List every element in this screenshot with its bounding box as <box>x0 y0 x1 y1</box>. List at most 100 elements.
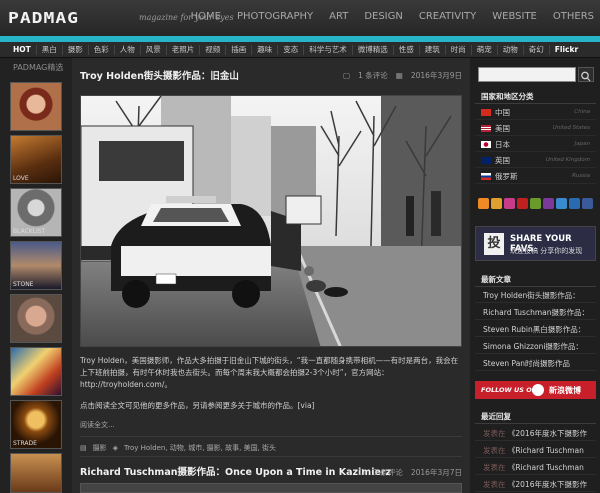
search-button[interactable] <box>578 67 594 82</box>
latest-article-link[interactable]: Simona Ghizzoni摄影作品： <box>475 339 596 354</box>
category-item[interactable]: 萌宠 <box>472 44 498 55</box>
region-item-usa[interactable]: 美国 United States <box>475 121 596 136</box>
weibo-follow-banner[interactable]: FOLLOW US ON 新浪微博 <box>475 381 596 399</box>
latest-article-link[interactable]: Troy Holden街头摄影作品： <box>475 288 596 303</box>
search-icon <box>581 71 591 82</box>
latest-article-link[interactable]: Richard Tuschman摄影作品： <box>475 305 596 320</box>
thumb-caption: LOVE <box>13 175 29 182</box>
divider <box>80 456 462 457</box>
category-flickr[interactable]: Flickr <box>550 45 583 55</box>
reply-post: 《2016年度水下摄影作 <box>507 429 587 438</box>
china-flag-icon <box>481 108 491 116</box>
recent-reply[interactable]: 发表在 《2016年度水下摄影作 <box>475 426 596 441</box>
featured-thumb[interactable] <box>10 453 62 493</box>
nav-design[interactable]: DESIGN <box>364 11 403 22</box>
featured-thumb[interactable] <box>10 347 62 396</box>
post-date: 2016年3月9日 <box>410 71 462 80</box>
search-input[interactable] <box>478 67 576 82</box>
category-item[interactable]: 科学与艺术 <box>304 44 353 55</box>
latest-article-link[interactable]: Steven Pan时尚摄影作品 <box>475 356 596 371</box>
rss-icon[interactable] <box>478 198 489 209</box>
nav-art[interactable]: ART <box>329 11 348 22</box>
region-name: 英国 <box>495 155 510 165</box>
read-more-link[interactable]: 阅读全文... <box>80 420 115 430</box>
reply-author: 发表在 <box>483 429 506 438</box>
category-item[interactable]: 变态 <box>278 44 305 55</box>
region-name-en: Russia <box>572 173 590 179</box>
share-icon[interactable] <box>569 198 580 209</box>
reply-post: 《Richard Tuschman <box>507 446 584 455</box>
nav-creativity[interactable]: CREATIVITY <box>419 11 476 22</box>
reply-author: 发表在 <box>483 480 506 489</box>
reply-post: 《2016年度水下摄影作 <box>507 480 587 489</box>
category-item[interactable]: 时尚 <box>446 44 472 55</box>
post-title[interactable]: Troy Holden街头摄影作品：旧金山 <box>80 68 239 82</box>
region-name: 美国 <box>495 123 510 133</box>
reply-author: 发表在 <box>483 446 506 455</box>
category-item[interactable]: 微博精选 <box>353 44 394 55</box>
category-item[interactable]: 性感 <box>394 44 420 55</box>
category-item[interactable]: 黑白 <box>37 44 63 55</box>
yahoo-icon[interactable] <box>543 198 554 209</box>
post-title[interactable]: Richard Tuschman摄影作品：Once Upon a Time in… <box>80 464 391 478</box>
qq-icon[interactable] <box>530 198 541 209</box>
featured-thumb[interactable]: BLACKLIST <box>10 188 62 237</box>
category-nav: HOT 黑白 摄影 色彩 人物 风景 老照片 视频 插画 趣味 变态 科学与艺术… <box>0 42 600 58</box>
share-banner[interactable]: 投 SHARE YOUR FAVS 欢迎投稿 分享你的发现 <box>475 226 596 261</box>
reply-post: 《Richard Tuschman <box>507 463 584 472</box>
region-item-russia[interactable]: 俄罗斯 Russia <box>475 169 596 184</box>
category-item[interactable]: 趣味 <box>252 44 279 55</box>
site-logo[interactable]: PADMAG <box>8 10 79 28</box>
region-name-en: China <box>574 109 590 115</box>
nav-home[interactable]: HOME <box>191 11 221 22</box>
comment-count[interactable]: 1 条评论 <box>358 70 388 81</box>
post-hero-image[interactable] <box>80 95 462 347</box>
featured-thumb[interactable]: LOVE <box>10 135 62 184</box>
featured-thumb[interactable]: STONE <box>10 241 62 290</box>
category-item[interactable]: 奇幻 <box>524 44 550 55</box>
region-item-china[interactable]: 中国 China <box>475 105 596 120</box>
category-item[interactable]: 摄影 <box>63 44 89 55</box>
region-name-en: Japan <box>574 141 590 147</box>
comment-count[interactable]: 1 条评论 <box>373 467 403 478</box>
recent-reply[interactable]: 发表在 《Richard Tuschman <box>475 460 596 475</box>
latest-article-link[interactable]: Steven Rubin黑白摄影作品： <box>475 322 596 337</box>
region-item-japan[interactable]: 日本 Japan <box>475 137 596 152</box>
category-item[interactable]: 插画 <box>226 44 253 55</box>
weibo-icon[interactable] <box>517 198 528 209</box>
thumb-caption: STRADE <box>13 440 37 447</box>
recent-reply[interactable]: 发表在 《Richard Tuschman <box>475 443 596 458</box>
folder-icon: ▤ <box>80 444 87 452</box>
category-hot[interactable]: HOT <box>8 44 37 55</box>
category-item[interactable]: 老照片 <box>167 44 201 55</box>
bookmark-icon[interactable] <box>491 198 502 209</box>
reply-author: 发表在 <box>483 463 506 472</box>
latest-heading: 最新文章 <box>475 271 596 287</box>
street-photo <box>81 96 461 346</box>
nav-others[interactable]: OTHERS <box>553 11 594 22</box>
post-excerpt: Troy Holden，美国摄影师，作品大多拍摄于旧金山下城的街头，“我一直都随… <box>80 355 464 421</box>
google-icon[interactable] <box>556 198 567 209</box>
post-tag-list[interactable]: Troy Holden, 动物, 城市, 摄影, 故事, 美国, 街头 <box>124 443 276 453</box>
nav-photography[interactable]: PHOTOGRAPHY <box>237 11 313 22</box>
regions-heading: 国家和地区分类 <box>475 88 596 104</box>
region-name-en: United States <box>552 125 590 131</box>
category-item[interactable]: 动物 <box>498 44 524 55</box>
category-item[interactable]: 色彩 <box>89 44 115 55</box>
recent-reply[interactable]: 发表在 《2016年度水下摄影作 <box>475 477 596 492</box>
region-item-uk[interactable]: 英国 United Kingdom <box>475 153 596 168</box>
featured-thumb[interactable] <box>10 294 62 343</box>
post-paragraph: 点击阅读全文可见他的更多作品，另请参阅更多关于城市的作品。[via] <box>80 401 315 410</box>
nav-website[interactable]: WEBSITE <box>492 11 537 22</box>
category-item[interactable]: 视频 <box>200 44 227 55</box>
category-item[interactable]: 风景 <box>141 44 167 55</box>
facebook-icon[interactable] <box>582 198 593 209</box>
category-item[interactable]: 建筑 <box>420 44 446 55</box>
post-hero-image[interactable] <box>80 483 462 493</box>
category-item[interactable]: 人物 <box>115 44 141 55</box>
flickr-icon[interactable] <box>504 198 515 209</box>
featured-thumb[interactable] <box>10 82 62 131</box>
featured-thumb[interactable]: STRADE <box>10 400 62 449</box>
post-category[interactable]: 摄影 <box>93 443 107 453</box>
divider <box>80 436 462 437</box>
